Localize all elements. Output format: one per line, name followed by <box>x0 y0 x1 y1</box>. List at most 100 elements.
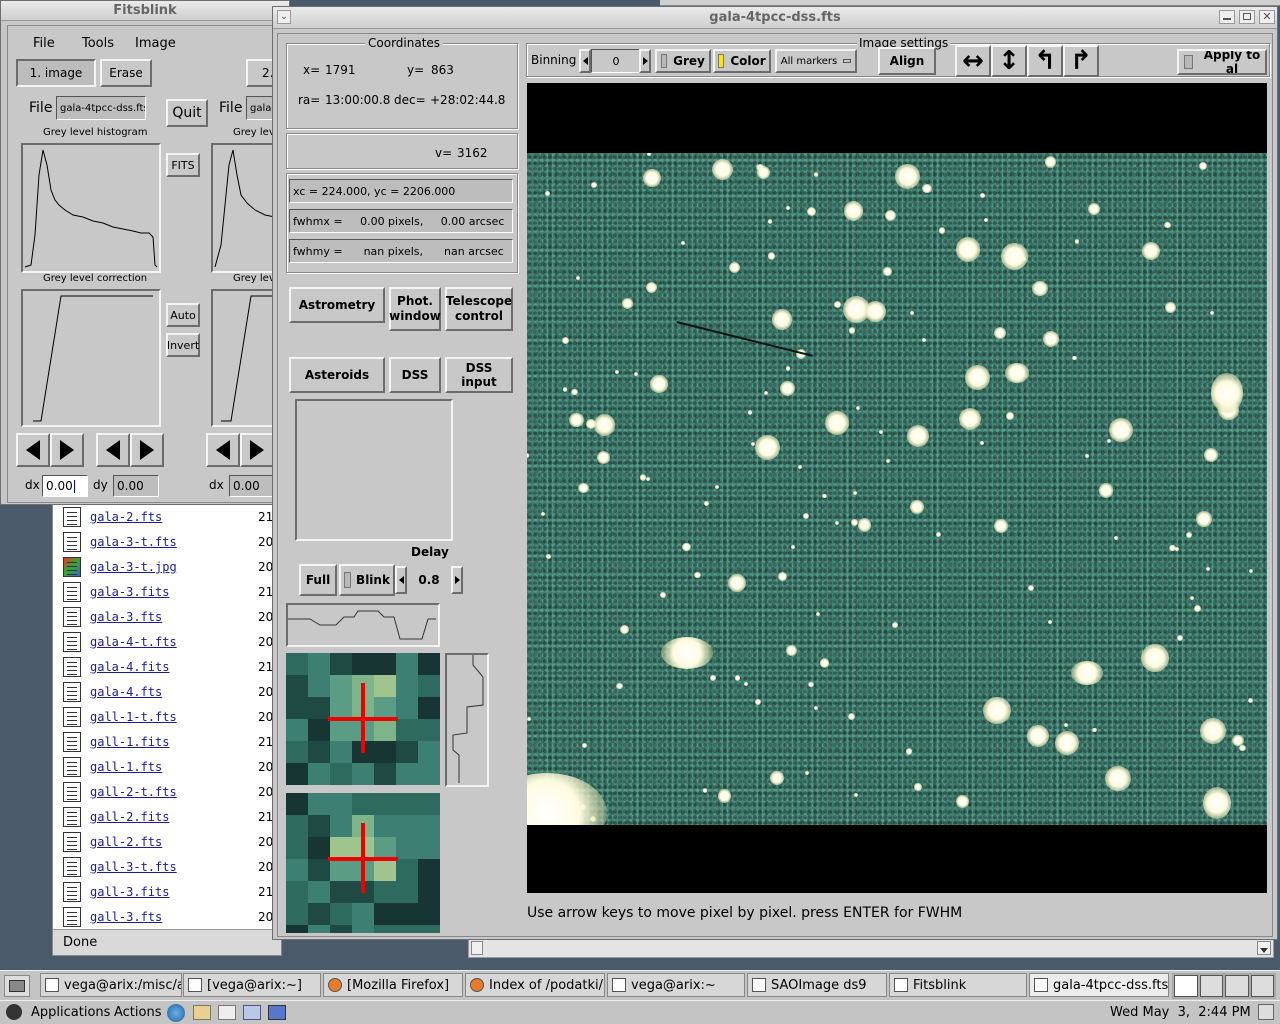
file-link[interactable]: gala-3.fits <box>90 585 169 599</box>
shift-left-button-3[interactable] <box>206 433 240 467</box>
fits-button[interactable]: FITS <box>166 153 200 177</box>
window-menu-icon[interactable]: ⌄ <box>277 10 291 24</box>
fitsblink-titlebar[interactable]: Fitsblink <box>1 1 289 21</box>
asteroids-button[interactable]: Asteroids <box>289 357 385 393</box>
shift-right-button-3[interactable] <box>240 433 274 467</box>
delay-decrease-button[interactable] <box>395 566 407 594</box>
gnome-foot-icon[interactable] <box>6 1004 22 1020</box>
file-link[interactable]: gall-1.fts <box>90 760 162 774</box>
rotate-left-button[interactable]: ↰ <box>1027 45 1063 77</box>
binning-field[interactable]: 0 <box>591 49 641 73</box>
gala-titlebar[interactable]: gala-4tpcc-dss.fts ⌄ ✕ <box>273 7 1277 29</box>
task-firefox-1[interactable]: [Mozilla Firefox] <box>323 973 463 997</box>
astrometry-button[interactable]: Astrometry <box>289 287 385 323</box>
star <box>806 206 817 217</box>
file-link[interactable]: gall-2.fts <box>90 835 162 849</box>
invert-button[interactable]: Invert <box>166 333 200 357</box>
binning-decrease-button[interactable] <box>579 49 591 73</box>
task-fitsblink[interactable]: Fitsblink <box>889 973 1027 997</box>
mail-launcher-icon[interactable] <box>193 1005 211 1020</box>
editor-launcher-icon[interactable] <box>218 1005 236 1020</box>
presentation-launcher-icon[interactable] <box>243 1005 261 1020</box>
file-link[interactable]: gall-1.fits <box>90 735 169 749</box>
maximize-icon[interactable] <box>1239 10 1255 24</box>
menu-tools[interactable]: Tools <box>82 36 114 51</box>
erase-button[interactable]: Erase <box>100 59 152 87</box>
file-link[interactable]: gall-3.fits <box>90 885 169 899</box>
scroll-down-icon[interactable] <box>1257 941 1271 955</box>
workspace-switcher[interactable] <box>1172 973 1276 999</box>
file-link[interactable]: gala-4.fts <box>90 685 162 699</box>
screenshot-launcher-icon[interactable] <box>268 1005 286 1020</box>
applications-menu[interactable]: Applications <box>31 1005 110 1020</box>
color-radio[interactable]: Color <box>713 49 771 73</box>
dss-input-button[interactable]: DSS input <box>445 357 513 393</box>
file-field[interactable]: gala-4tpcc-dss.fts <box>56 96 146 120</box>
file-link[interactable]: gala-4-t.fts <box>90 635 177 649</box>
file-link[interactable]: gall-3-t.fts <box>90 860 177 874</box>
task-terminal-2[interactable]: [vega@arix:~] <box>183 973 321 997</box>
zoom-pixel <box>396 653 418 675</box>
actions-menu[interactable]: Actions <box>114 1005 162 1020</box>
task-gala[interactable]: gala-4tpcc-dss.fts <box>1029 973 1169 997</box>
dx-field-2[interactable]: 0.00 <box>229 475 275 497</box>
task-terminal-1[interactable]: vega@arix:/misc/as <box>40 973 182 997</box>
blink-button[interactable]: Blink <box>339 564 395 596</box>
firefox-icon <box>470 978 484 992</box>
apply-to-all-checkbox[interactable]: Apply to al <box>1177 49 1267 75</box>
image1-button[interactable]: 1. image <box>16 59 96 87</box>
file-size: 20 <box>258 785 274 799</box>
minimize-icon[interactable] <box>1219 10 1235 24</box>
shift-right-button[interactable] <box>50 433 84 467</box>
close-icon[interactable]: ✕ <box>1259 10 1275 24</box>
full-button[interactable]: Full <box>299 564 337 596</box>
phot-window-button[interactable]: Phot. window <box>389 287 441 331</box>
markers-select[interactable]: All markers <box>775 49 857 73</box>
task-firefox-2[interactable]: Index of /podatki/20 <box>465 973 605 997</box>
flip-horizontal-button[interactable]: ↔ <box>955 45 991 77</box>
show-desktop-icon[interactable] <box>4 975 30 997</box>
file-link[interactable]: gall-3.fts <box>90 910 162 924</box>
auto-button[interactable]: Auto <box>166 303 200 327</box>
delay-field[interactable]: 0.8 <box>407 566 451 594</box>
star <box>680 241 685 246</box>
image-canvas[interactable] <box>527 83 1267 893</box>
shift-right-button-2[interactable] <box>130 433 164 467</box>
document-icon <box>63 607 81 627</box>
file-link[interactable]: gala-3-t.jpg <box>90 560 177 574</box>
task-terminal-3[interactable]: vega@arix:~ <box>607 973 745 997</box>
file-link[interactable]: gall-1-t.fts <box>90 710 177 724</box>
align-button[interactable]: Align <box>878 47 936 75</box>
dy-field[interactable]: 0.00 <box>113 475 159 497</box>
task-ds9[interactable]: SAOImage ds9 <box>747 973 887 997</box>
telescope-control-button[interactable]: Telescope control <box>445 287 513 331</box>
menu-file[interactable]: File <box>33 36 55 51</box>
star <box>835 520 840 525</box>
browser-bottom-scrollbar[interactable] <box>468 938 1274 958</box>
document-icon <box>63 732 81 752</box>
rotate-right-button[interactable]: ↱ <box>1063 45 1099 77</box>
menu-image[interactable]: Image <box>135 36 176 51</box>
browser-launcher-icon[interactable] <box>167 1004 185 1022</box>
shift-left-button[interactable] <box>16 433 50 467</box>
zoom-pixel <box>418 653 440 675</box>
zoom-pixel <box>330 837 352 859</box>
file-link[interactable]: gala-3-t.fts <box>90 535 177 549</box>
file-link[interactable]: gall-2.fits <box>90 810 169 824</box>
file-link[interactable]: gala-2.fts <box>90 510 162 524</box>
grey-radio[interactable]: Grey <box>655 49 711 73</box>
shift-left-button-2[interactable] <box>96 433 130 467</box>
file-link[interactable]: gala-4.fits <box>90 660 169 674</box>
flip-vertical-button[interactable]: ↕ <box>991 45 1027 77</box>
quit-button[interactable]: Quit <box>166 99 208 127</box>
dss-button[interactable]: DSS <box>389 357 441 393</box>
zoom-pixel <box>308 793 330 815</box>
delay-increase-button[interactable] <box>451 566 463 594</box>
star <box>571 388 578 396</box>
file-link[interactable]: gala-3.fts <box>90 610 162 624</box>
binning-increase-button[interactable] <box>639 49 651 73</box>
file-link[interactable]: gall-2-t.fts <box>90 785 177 799</box>
star <box>785 205 790 210</box>
dx-field[interactable]: 0.00 <box>42 475 88 497</box>
star <box>843 201 864 221</box>
